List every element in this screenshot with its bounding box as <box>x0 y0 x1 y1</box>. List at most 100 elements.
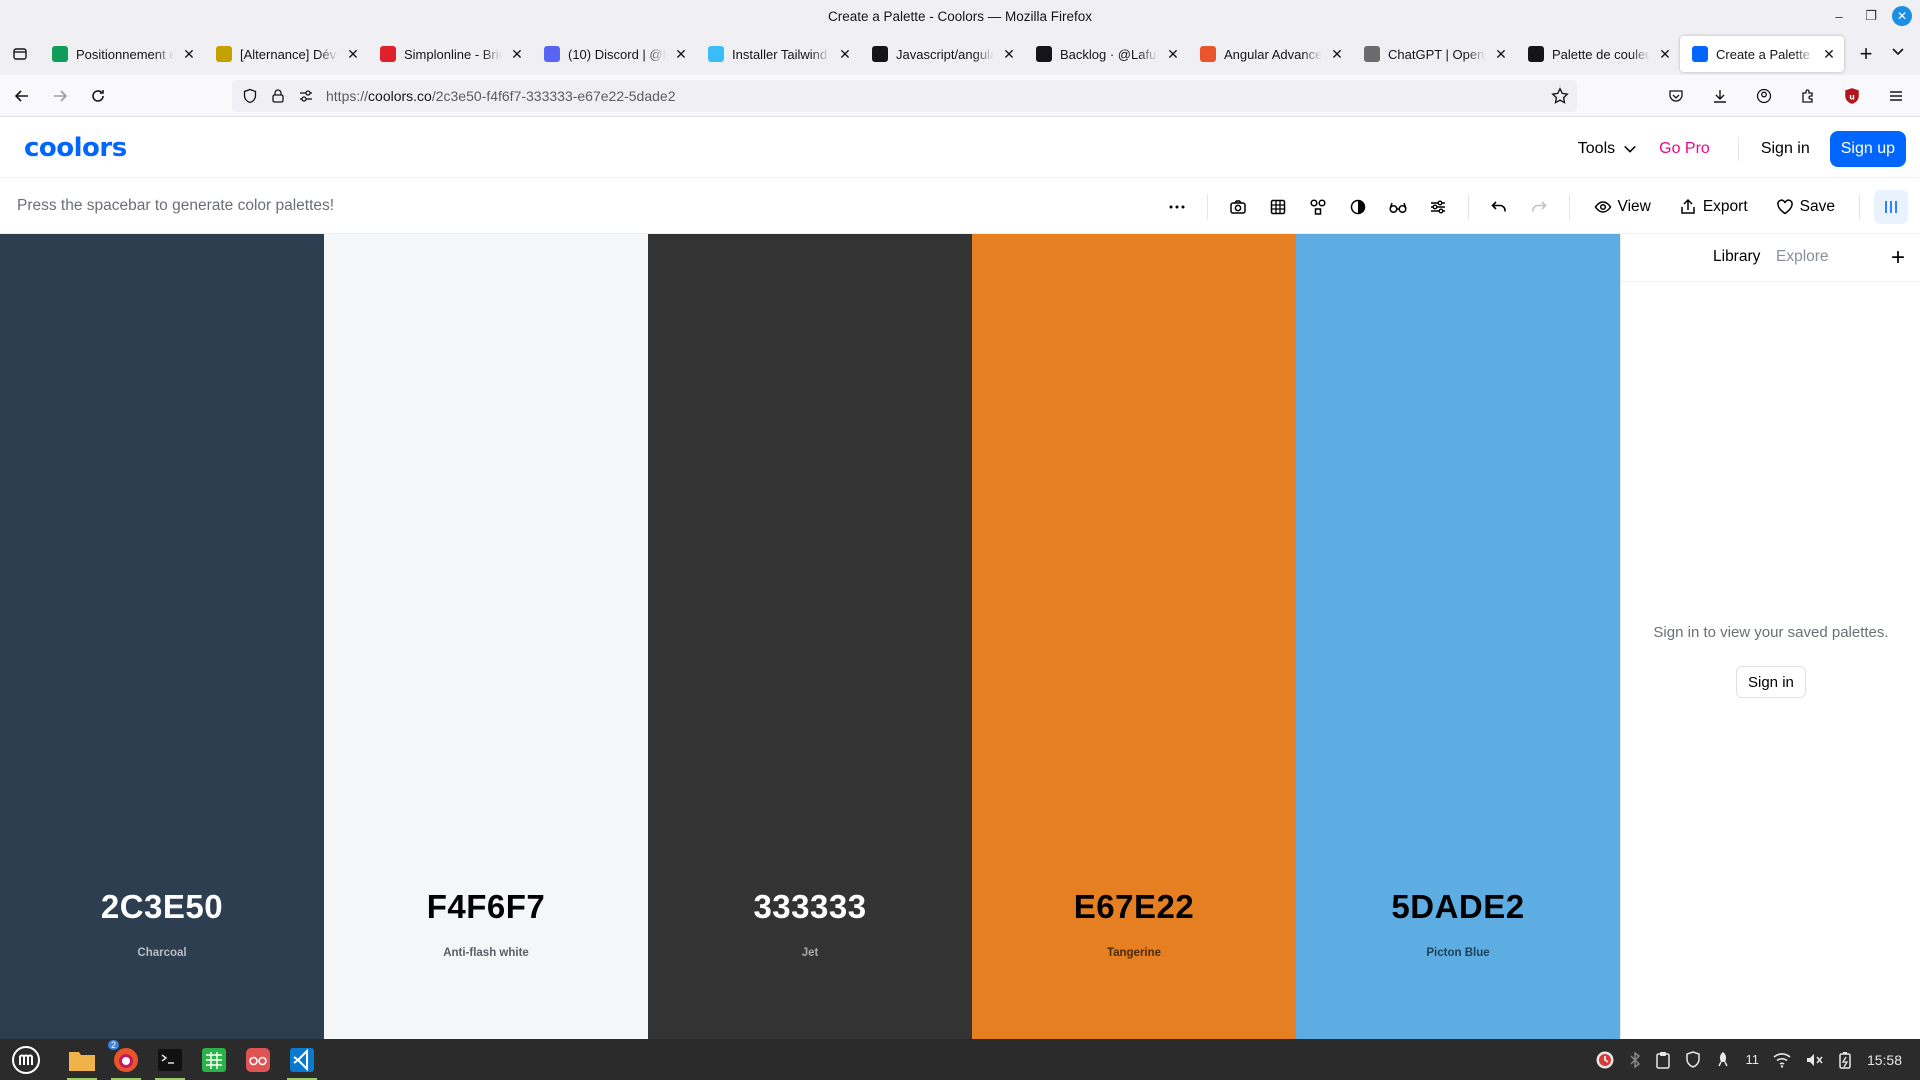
bluetooth-icon[interactable] <box>1629 1051 1641 1069</box>
contrast-button[interactable] <box>1338 187 1378 227</box>
tab-favicon-icon <box>1528 46 1544 62</box>
tab-close-icon[interactable]: ✕ <box>510 46 524 63</box>
folder-icon <box>69 1051 95 1071</box>
toolbar-divider <box>1568 193 1570 220</box>
close-window-button[interactable]: ✕ <box>1892 6 1912 26</box>
taskbar-terminal-app[interactable] <box>152 1042 188 1080</box>
toggle-side-panel-button[interactable] <box>1874 189 1908 224</box>
palette-shapes-button[interactable] <box>1298 187 1338 227</box>
taskbar-vscode-app[interactable] <box>284 1042 320 1080</box>
bookmark-star-icon[interactable] <box>1551 87 1569 105</box>
go-pro-link[interactable]: Go Pro <box>1659 140 1710 158</box>
account-button[interactable] <box>1748 80 1780 112</box>
tab-close-icon[interactable]: ✕ <box>346 46 360 63</box>
tab-favicon-icon <box>1692 46 1708 62</box>
view-button[interactable]: View <box>1594 198 1651 216</box>
browser-tab[interactable]: Angular Advance ✕ <box>1188 36 1352 72</box>
clipboard-icon[interactable] <box>1655 1051 1671 1069</box>
more-options-button[interactable] <box>1157 187 1197 227</box>
color-swatch[interactable]: 5DADE2 Picton Blue <box>1296 234 1620 1039</box>
tab-list-button[interactable] <box>0 33 40 75</box>
color-swatch[interactable]: E67E22 Tangerine <box>972 234 1296 1039</box>
color-swatch[interactable]: 333333 Jet <box>648 234 972 1039</box>
browser-tab[interactable]: [Alternance] Déve ✕ <box>204 36 368 72</box>
downloads-button[interactable] <box>1704 80 1736 112</box>
browser-tab[interactable]: ChatGPT | OpenAI ✕ <box>1352 36 1516 72</box>
taskbar-glasses-app[interactable] <box>240 1042 276 1078</box>
ublock-button[interactable]: u <box>1836 80 1868 112</box>
wifi-icon[interactable] <box>1773 1052 1791 1068</box>
tab-library[interactable]: Library <box>1713 248 1760 266</box>
extensions-button[interactable] <box>1792 80 1824 112</box>
browser-tab[interactable]: Positionnement e ✕ <box>40 36 204 72</box>
tab-close-icon[interactable]: ✕ <box>1494 46 1508 63</box>
pocket-button[interactable] <box>1660 80 1692 112</box>
tab-close-icon[interactable]: ✕ <box>1330 46 1344 63</box>
tab-close-icon[interactable]: ✕ <box>1822 46 1836 63</box>
taskbar-firefox-app[interactable]: 2 <box>108 1039 144 1080</box>
tab-explore[interactable]: Explore <box>1776 248 1829 266</box>
update-icon[interactable] <box>1595 1050 1615 1070</box>
side-panel-sign-in-button[interactable]: Sign in <box>1736 666 1806 698</box>
account-icon <box>1756 88 1772 104</box>
undo-button[interactable] <box>1479 187 1519 227</box>
security-shield-icon[interactable] <box>1685 1050 1701 1069</box>
tab-strip: Positionnement e ✕ [Alternance] Déve ✕ Simpl… <box>0 33 1920 75</box>
forward-button[interactable] <box>44 80 76 112</box>
taskbar-files-app[interactable] <box>64 1042 100 1080</box>
tab-close-icon[interactable]: ✕ <box>1166 46 1180 63</box>
swatch-hex-code[interactable]: 333333 <box>648 888 972 926</box>
color-blindness-button[interactable] <box>1378 187 1418 227</box>
start-menu-button[interactable] <box>8 1042 44 1078</box>
tab-label: Simplonline - Brie <box>404 46 502 62</box>
reload-icon <box>92 89 104 102</box>
tab-close-icon[interactable]: ✕ <box>838 46 852 63</box>
permissions-icon <box>300 90 312 102</box>
undo-icon <box>1490 200 1506 211</box>
save-button[interactable]: Save <box>1776 198 1835 216</box>
camera-button[interactable] <box>1218 187 1258 227</box>
swatch-hex-code[interactable]: E67E22 <box>972 888 1296 926</box>
reload-button[interactable] <box>82 80 114 112</box>
volume-muted-icon[interactable] <box>1805 1052 1823 1068</box>
browser-tab[interactable]: Installer Tailwind ✕ <box>696 36 860 72</box>
grid-view-button[interactable] <box>1258 187 1298 227</box>
taskbar-spreadsheet-app[interactable] <box>196 1042 232 1078</box>
browser-tab[interactable]: Javascript/angula ✕ <box>860 36 1024 72</box>
back-arrow-icon <box>14 89 28 102</box>
sign-up-button[interactable]: Sign up <box>1829 131 1906 167</box>
add-palette-button[interactable]: + <box>1891 244 1905 272</box>
swatch-hex-code[interactable]: 5DADE2 <box>1296 888 1620 926</box>
navigation-bar: https://coolors.co/2c3e50-f4f6f7-333333-… <box>0 75 1920 117</box>
tab-close-icon[interactable]: ✕ <box>1658 46 1672 63</box>
color-swatch[interactable]: 2C3E50 Charcoal <box>0 234 324 1039</box>
swatch-hex-code[interactable]: 2C3E50 <box>0 888 324 926</box>
adjust-palette-button[interactable] <box>1418 187 1458 227</box>
color-swatch[interactable]: F4F6F7 Anti-flash white <box>324 234 648 1039</box>
notification-rocket-icon[interactable] <box>1715 1051 1731 1069</box>
browser-tab[interactable]: Create a Palette - ✕ <box>1680 36 1844 72</box>
redo-button[interactable] <box>1519 187 1559 227</box>
minimize-button[interactable]: – <box>1828 5 1850 27</box>
browser-tab[interactable]: Palette de couleu ✕ <box>1516 36 1680 72</box>
tab-close-icon[interactable]: ✕ <box>182 46 196 63</box>
menu-button[interactable] <box>1880 80 1912 112</box>
tools-menu[interactable]: Tools <box>1578 140 1637 158</box>
back-button[interactable] <box>6 80 38 112</box>
battery-icon[interactable] <box>1837 1051 1853 1069</box>
browser-tab[interactable]: Simplonline - Brie ✕ <box>368 36 532 72</box>
url-bar[interactable]: https://coolors.co/2c3e50-f4f6f7-333333-… <box>232 80 1577 112</box>
swatch-hex-code[interactable]: F4F6F7 <box>324 888 648 926</box>
browser-tab[interactable]: Backlog · @Lafue ✕ <box>1024 36 1188 72</box>
tab-overflow-button[interactable] <box>1890 43 1906 64</box>
coolors-logo[interactable]: coolors <box>24 133 127 163</box>
maximize-button[interactable]: ❐ <box>1860 5 1882 27</box>
spacebar-hint: Press the spacebar to generate color pal… <box>17 197 335 214</box>
new-tab-button[interactable]: + <box>1848 36 1884 72</box>
tab-close-icon[interactable]: ✕ <box>674 46 688 63</box>
library-side-panel: Library Explore + Sign in to view your s… <box>1620 234 1920 1039</box>
browser-tab[interactable]: (10) Discord | @M ✕ <box>532 36 696 72</box>
sign-in-link[interactable]: Sign in <box>1761 140 1810 158</box>
tab-close-icon[interactable]: ✕ <box>1002 46 1016 63</box>
export-button[interactable]: Export <box>1679 198 1748 216</box>
